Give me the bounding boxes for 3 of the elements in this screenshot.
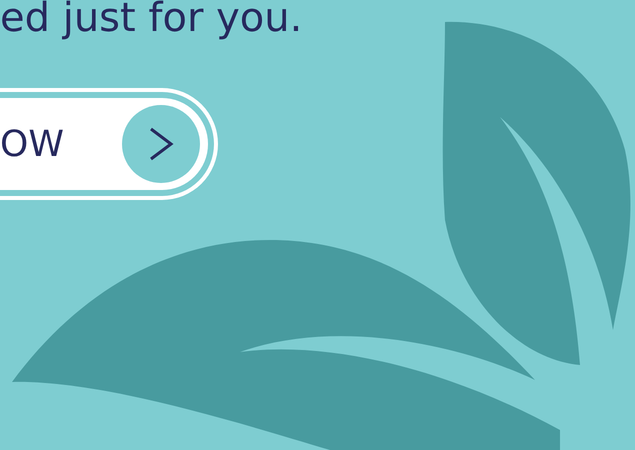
shop-button[interactable]: OW xyxy=(0,98,208,190)
heading: ed just for you. xyxy=(0,0,302,40)
chevron-right-icon xyxy=(122,105,200,183)
